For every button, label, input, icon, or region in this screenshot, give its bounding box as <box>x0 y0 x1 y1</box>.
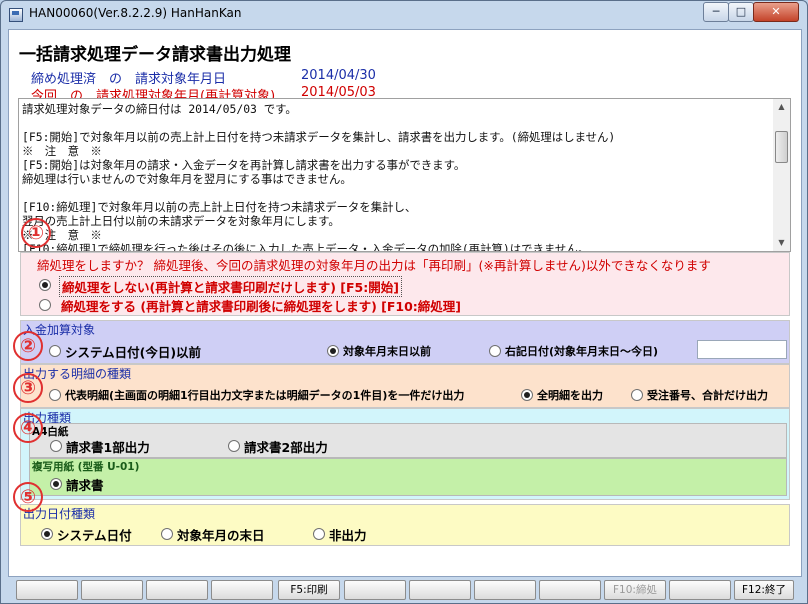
f2-button[interactable] <box>81 580 143 600</box>
message-line: [F10:締処理]で締処理を行った後はその後に入力した売上データ・入金データの加… <box>22 242 590 252</box>
page-title: 一括請求処理データ請求書出力処理 <box>19 45 291 65</box>
a4-one-copy-radio[interactable] <box>50 440 62 452</box>
closed-date-value: 2014/04/30 <box>301 68 376 83</box>
f8-button[interactable] <box>474 580 536 600</box>
minimize-button[interactable]: ─ <box>703 2 729 22</box>
message-line: 締処理は行いませんので対象年月を翌月にする事はできません。 <box>22 172 352 186</box>
a4-two-copy-label[interactable]: 請求書2部出力 <box>244 437 328 456</box>
detail-panel: 出力する明細の種類 代表明細(主画面の明細1行目出力文字または明細データの1件目… <box>20 364 790 408</box>
date-month-end-label[interactable]: 対象年月の末日 <box>177 525 265 544</box>
date-system-label[interactable]: システム日付 <box>57 525 132 544</box>
scroll-up-icon[interactable]: ▲ <box>773 99 790 115</box>
copy-paper-group: 複写用紙 (型番 U-01) 請求書 <box>29 458 787 496</box>
f6-button[interactable] <box>344 580 406 600</box>
payment-option-month-end-label[interactable]: 対象年月末日以前 <box>343 343 431 359</box>
date-system-radio[interactable] <box>41 528 53 540</box>
marker-2: ② <box>13 331 43 361</box>
payment-option-system-radio[interactable] <box>49 345 61 357</box>
date-month-end-radio[interactable] <box>161 528 173 540</box>
detail-option-representative-radio[interactable] <box>49 389 61 401</box>
function-key-bar: F5:印刷 F10:締処 F12:終了 <box>8 576 800 602</box>
detail-option-total-radio[interactable] <box>631 389 643 401</box>
f5-print-button[interactable]: F5:印刷 <box>278 580 340 600</box>
custom-date-input[interactable] <box>697 340 787 359</box>
title-bar: HAN00060(Ver.8.2.2.9) HanHanKan ─ □ ✕ <box>1 1 807 27</box>
payment-option-month-end-radio[interactable] <box>327 345 339 357</box>
closing-panel: 締処理をしますか？ 締処理後、今回の請求処理の対象年月の出力は「再印刷」(※再計… <box>20 252 790 316</box>
date-none-radio[interactable] <box>313 528 325 540</box>
maximize-button[interactable]: □ <box>728 2 754 22</box>
marker-3: ③ <box>13 373 43 403</box>
a4-one-copy-label[interactable]: 請求書1部出力 <box>66 437 150 456</box>
marker-5: ⑤ <box>13 482 43 512</box>
app-icon <box>9 8 23 22</box>
scroll-thumb[interactable] <box>775 131 788 163</box>
main-panel: 一括請求処理データ請求書出力処理 締め処理済 の 請求対象年月日 2014/04… <box>8 29 802 577</box>
f7-button[interactable] <box>409 580 471 600</box>
marker-1: ① <box>21 218 51 248</box>
payment-panel: 入金加算対象 システム日付(今日)以前 対象年月末日以前 右記日付(対象年月末日… <box>20 320 790 364</box>
closing-option-no-radio[interactable] <box>39 279 51 291</box>
close-button[interactable]: ✕ <box>753 2 799 22</box>
payment-option-custom-label[interactable]: 右記日付(対象年月末日～今日) <box>505 343 658 359</box>
payment-option-system-label[interactable]: システム日付(今日)以前 <box>65 342 201 361</box>
closing-question: 締処理をしますか？ 締処理後、今回の請求処理の対象年月の出力は「再印刷」(※再計… <box>37 258 711 273</box>
payment-option-custom-radio[interactable] <box>489 345 501 357</box>
f4-button[interactable] <box>211 580 273 600</box>
scroll-down-icon[interactable]: ▼ <box>773 235 790 251</box>
detail-option-total-label[interactable]: 受注番号、合計だけ出力 <box>647 387 768 403</box>
a4-paper-group: A4白紙 請求書1部出力 請求書2部出力 <box>29 423 787 458</box>
closing-option-yes-label[interactable]: 締処理をする (再計算と請求書印刷後に締処理をします) [F10:締処理] <box>61 296 461 315</box>
a4-two-copy-radio[interactable] <box>228 440 240 452</box>
copy-invoice-label[interactable]: 請求書 <box>66 475 104 494</box>
f1-button[interactable] <box>16 580 78 600</box>
message-scrollbar[interactable]: ▲ ▼ <box>773 98 791 252</box>
f9-button[interactable] <box>539 580 601 600</box>
message-line: [F5:開始]で対象年月以前の売上計上日付を持つ未請求データを集計し、請求書を出… <box>22 130 616 144</box>
date-type-panel: 出力日付種類 システム日付 対象年月の末日 非出力 <box>20 504 790 546</box>
closing-option-yes-radio[interactable] <box>39 299 51 311</box>
copy-invoice-radio[interactable] <box>50 478 62 490</box>
f3-button[interactable] <box>146 580 208 600</box>
f10-close-button[interactable]: F10:締処 <box>604 580 666 600</box>
output-type-panel: 出力種類 A4白紙 請求書1部出力 請求書2部出力 複写用紙 (型番 U-01)… <box>20 408 790 500</box>
app-window: HAN00060(Ver.8.2.2.9) HanHanKan ─ □ ✕ 一括… <box>0 0 808 604</box>
copy-paper-title: 複写用紙 (型番 U-01) <box>32 461 140 473</box>
detail-option-all-radio[interactable] <box>521 389 533 401</box>
message-line: 請求処理対象データの締日付は 2014/05/03 です。 <box>22 102 297 116</box>
closing-option-no-label[interactable]: 締処理をしない(再計算と請求書印刷だけします) [F5:開始] <box>59 276 402 297</box>
marker-4: ④ <box>13 413 43 443</box>
f11-button[interactable] <box>669 580 731 600</box>
window-title: HAN00060(Ver.8.2.2.9) HanHanKan <box>29 6 242 20</box>
message-box[interactable]: 請求処理対象データの締日付は 2014/05/03 です。 [F5:開始]で対象… <box>18 98 784 252</box>
detail-option-all-label[interactable]: 全明細を出力 <box>537 387 603 403</box>
date-none-label[interactable]: 非出力 <box>329 525 367 544</box>
detail-option-representative-label[interactable]: 代表明細(主画面の明細1行目出力文字または明細データの1件目)を一件だけ出力 <box>65 387 464 403</box>
f12-exit-button[interactable]: F12:終了 <box>734 580 794 600</box>
